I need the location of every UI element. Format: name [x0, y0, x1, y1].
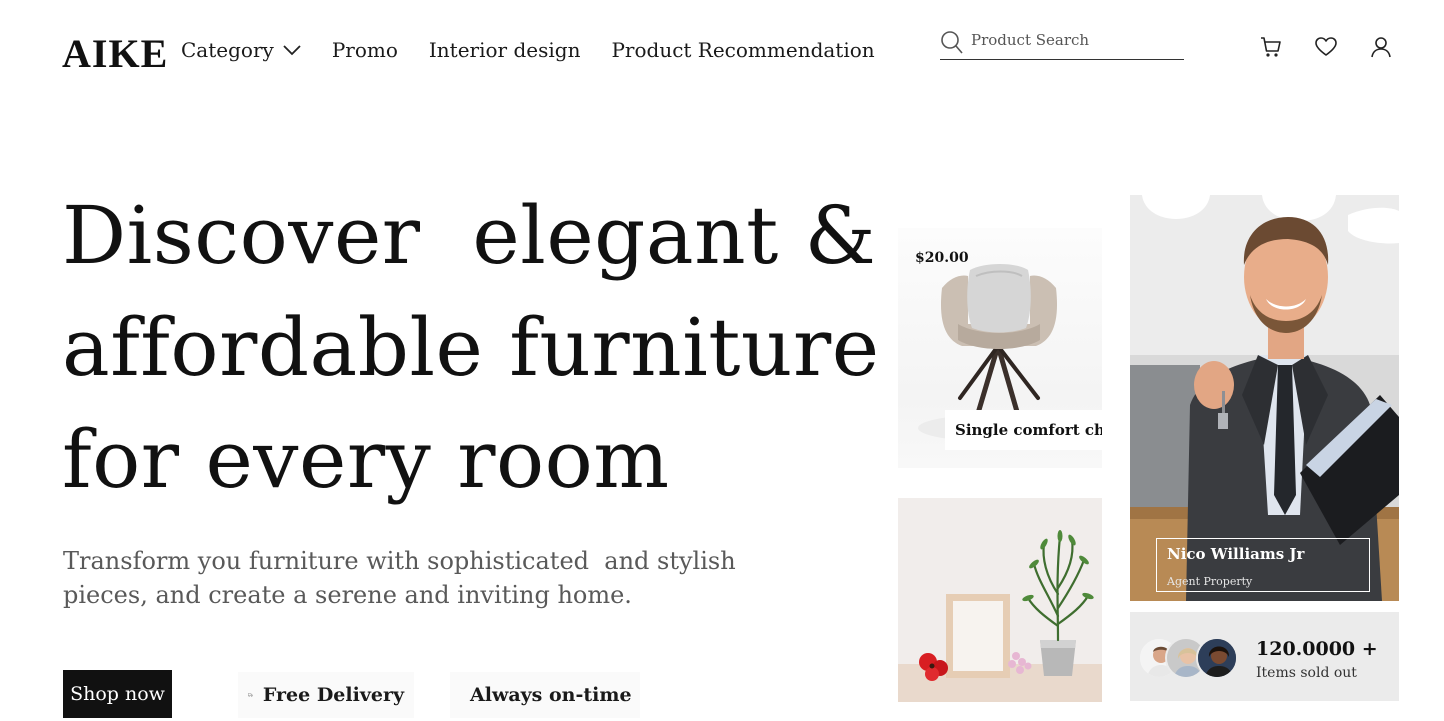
- free-delivery-label: Free Delivery: [262, 684, 404, 706]
- agent-role: Agent Property: [1167, 575, 1253, 588]
- search-icon[interactable]: [940, 30, 964, 60]
- hero-subtitle-line: pieces, and create a serene and inviting…: [63, 581, 632, 609]
- product-card-decor[interactable]: [898, 498, 1102, 702]
- main-nav: Category Promo Interior design Product R…: [181, 38, 906, 62]
- chevron-down-icon: [283, 44, 301, 56]
- logo[interactable]: AIKE: [62, 30, 168, 77]
- hero-title-line: affordable furniture: [62, 301, 880, 394]
- hero-subtitle-line: Transform you furniture with sophisticat…: [63, 547, 736, 575]
- heart-icon[interactable]: [1314, 35, 1338, 59]
- search-bar: [940, 28, 1184, 60]
- items-sold-label: Items sold out: [1256, 665, 1357, 681]
- nav-category-label: Category: [181, 38, 274, 62]
- shop-now-button[interactable]: Shop now: [63, 670, 172, 718]
- agent-card[interactable]: Nico Williams Jr Agent Property: [1130, 195, 1399, 601]
- nav-product-recommendation[interactable]: Product Recommendation: [611, 38, 874, 62]
- agent-tag: Nico Williams Jr Agent Property: [1156, 538, 1370, 592]
- product-card-chair[interactable]: $20.00 Single comfort chair: [898, 228, 1102, 468]
- truck-icon: [248, 693, 253, 697]
- user-icon[interactable]: [1369, 35, 1393, 59]
- hero-title-line: Discover elegant &: [62, 189, 877, 282]
- nav-promo[interactable]: Promo: [332, 38, 398, 62]
- stats-card: 120.0000 + Items sold out: [1130, 612, 1399, 701]
- product-name: Single comfort chair: [945, 410, 1102, 450]
- decor-image: [898, 498, 1102, 702]
- agent-name: Nico Williams Jr: [1167, 545, 1305, 563]
- cart-icon[interactable]: [1259, 35, 1283, 59]
- nav-category[interactable]: Category: [181, 38, 301, 62]
- items-sold-count: 120.0000 +: [1256, 638, 1378, 660]
- free-delivery-badge: Free Delivery: [238, 672, 414, 718]
- search-input[interactable]: [971, 28, 1176, 52]
- hero-subtitle: Transform you furniture with sophisticat…: [63, 544, 743, 612]
- always-on-time-label: Always on-time: [470, 684, 632, 706]
- avatar-group: [1138, 637, 1246, 679]
- nav-interior-design[interactable]: Interior design: [429, 38, 581, 62]
- hero-title: Discover elegant & affordable furniture …: [62, 180, 880, 516]
- always-on-time-badge: Always on-time: [450, 672, 640, 718]
- avatar: [1196, 637, 1238, 679]
- hero-title-line: for every room: [62, 413, 670, 506]
